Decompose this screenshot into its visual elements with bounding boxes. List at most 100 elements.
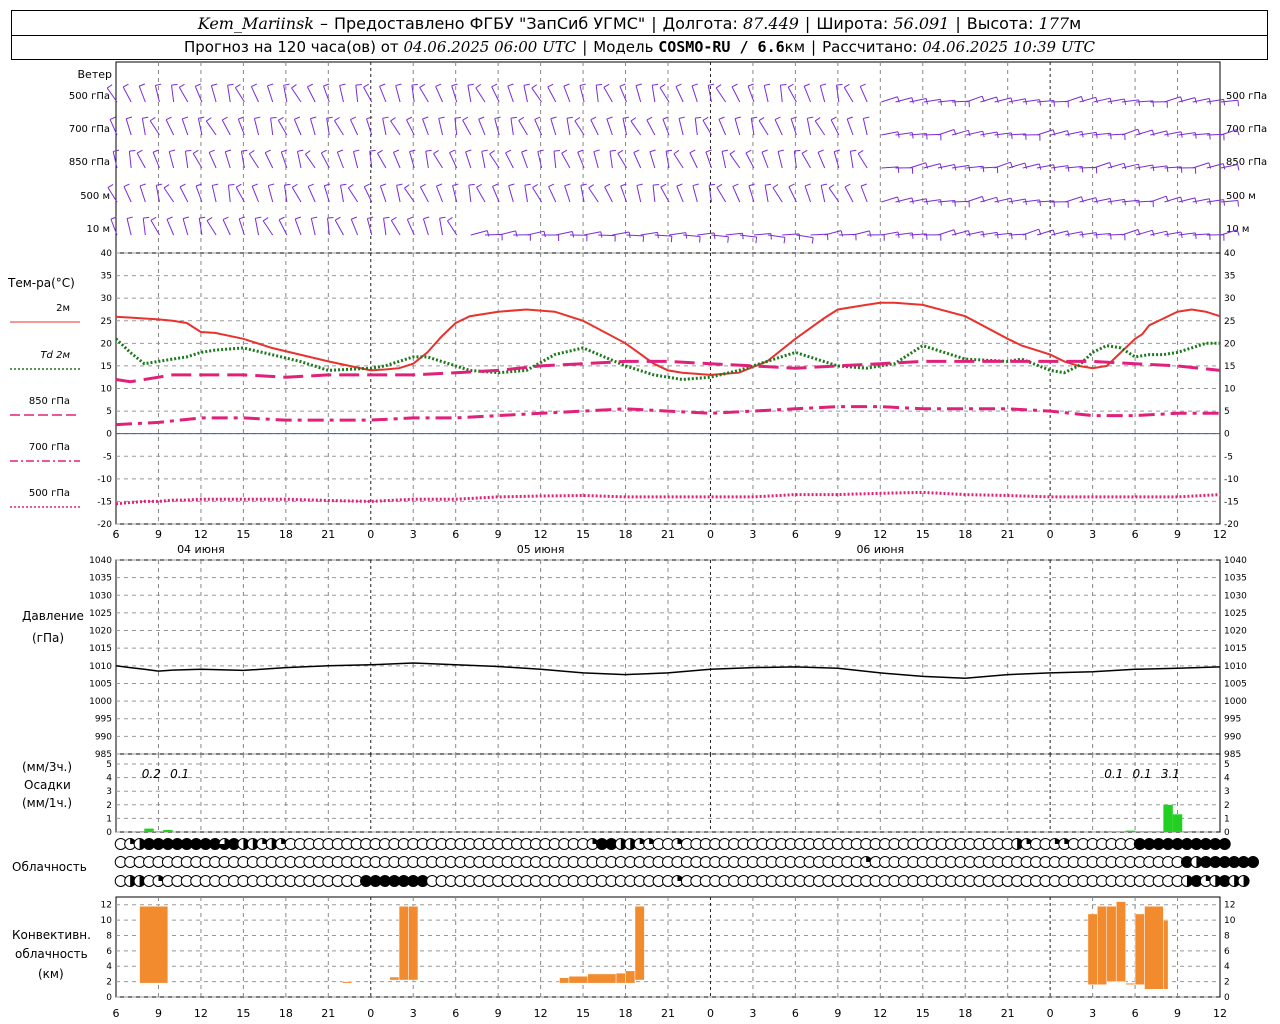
wind-barb [598,234,616,242]
wind-barb [409,149,416,169]
wind-barb-shaft [849,151,854,169]
wind-barb-shaft [547,86,557,103]
y-tick-label-right: 1040 [1224,556,1247,566]
wind-barb-shaft [168,151,175,169]
wind-barb-feather [801,149,808,154]
wind-barb-feather [911,97,914,104]
wind-barb-feather [435,83,442,87]
wind-barb-feather [267,83,274,87]
wind-barb-feather [1237,100,1240,107]
wind-barb-shaft [774,119,783,136]
wind-barb-feather [1095,232,1098,239]
wind-barb-shaft [425,151,429,169]
wind-barb-feather [198,116,205,119]
x-tick-label-bottom: 9 [155,1007,162,1020]
precip-bar [134,831,145,832]
y-tick-label-right: 0 [1224,430,1230,440]
wind-barb-feather [968,230,971,237]
wind-barb-feather [633,149,640,153]
wind-barb-feather [481,149,488,152]
wind-barb [379,183,387,203]
wind-barb-feather [817,149,824,153]
wind-barb-shaft [336,151,344,169]
wind-barb-feather [1223,99,1226,106]
precip-total-label: 0.1 [1133,767,1152,781]
wind-barb [708,183,716,203]
y-tick-label-right: 10 [1224,916,1236,926]
wind-barb-feather [561,149,568,154]
wind-barb [779,83,787,103]
wind-barb-shaft [708,185,712,203]
wind-barb-shaft [355,85,359,103]
wind-barb-shaft [222,219,231,236]
x-tick-label: 12 [1213,528,1227,541]
temperature-line-0 [115,301,1221,376]
wind-barb-feather [353,149,360,152]
wind-barb-feather [619,83,626,87]
wind-barb-shaft [859,86,868,103]
wind-barb-feather [604,183,611,188]
wind-barb [654,234,673,243]
wind-barb-feather [577,149,584,153]
wind-barb-feather [830,116,837,121]
wind-barb-shaft [524,185,528,203]
wind-barb-shaft [852,230,870,236]
x-tick-label: 9 [834,528,841,541]
wind-barb-feather [348,184,354,189]
wind-barb-feather [283,83,290,86]
wind-barb [820,183,828,203]
wind-barb [937,200,956,207]
wind-barb-feather [869,230,872,237]
wind-barb-feather [390,117,396,122]
temperature-series [114,301,1221,506]
wind-barb-feather [291,183,298,188]
x-tick-label: 21 [1001,528,1015,541]
wind-barb-feather [836,83,843,86]
wind-barb-shaft [844,186,854,203]
wind-barb [665,149,673,169]
wind-barb-feather [1194,232,1197,239]
y-tick-label-right: 6 [1224,947,1230,957]
y-tick-label: 5 [106,760,112,770]
temperature-x-axis: 6 9 12 15 18 21 0 3 6 9 12 15 18 21 0 3 6 9 12 15 18 21 0 3 6 9 12… [113,528,1228,556]
wind-barb [323,183,331,203]
wind-barb-feather [165,116,172,121]
wind-barb-shaft [264,152,274,169]
y-tick-label: 2 [106,801,112,811]
wind-barb-shaft [761,151,769,169]
y-tick-label: -10 [97,475,112,485]
x-tick-label-bottom: 3 [1089,1007,1096,1020]
wind-barb-feather [182,116,189,120]
wind-barb [382,116,389,136]
wind-barb-shaft [376,153,387,169]
wind-barb-feather [156,183,163,186]
wind-barb [716,183,727,203]
y-tick-label-right: 35 [1224,272,1235,282]
wind-barb [293,116,302,136]
wind-barb-feather [451,83,458,87]
wind-barb [339,83,346,103]
wind-barb-shaft [262,220,274,236]
wind-barb-shaft [788,186,797,203]
wind-level-label-right: 10 м [1226,224,1249,235]
wind-barb [128,149,136,169]
y-tick-label: 1005 [89,679,112,689]
temperature-legend: 2м Td 2м 850 гПа 700 гПа 500 гПа [10,303,80,508]
wind-barb-shaft [125,118,132,136]
precip-bar [1116,831,1126,832]
wind-barb [425,149,432,169]
x-tick-label-bottom: 12 [194,1007,208,1020]
wind-barb [210,83,218,103]
x-tick-label: 9 [1174,528,1181,541]
wind-barb-feather [411,83,418,86]
wind-barb [630,117,642,136]
y-tick-label: 0 [106,430,112,440]
y-tick-label-right: 0 [1224,993,1230,1003]
wind-barb-feather [1194,132,1197,139]
wind-barb-feather [337,149,344,153]
wind-barb-shaft [481,151,486,169]
wind-barb-shaft [563,85,571,103]
wind-barb-shaft [439,218,444,236]
wind-barb-shaft [804,185,812,203]
wind-barb-shaft [306,86,316,103]
